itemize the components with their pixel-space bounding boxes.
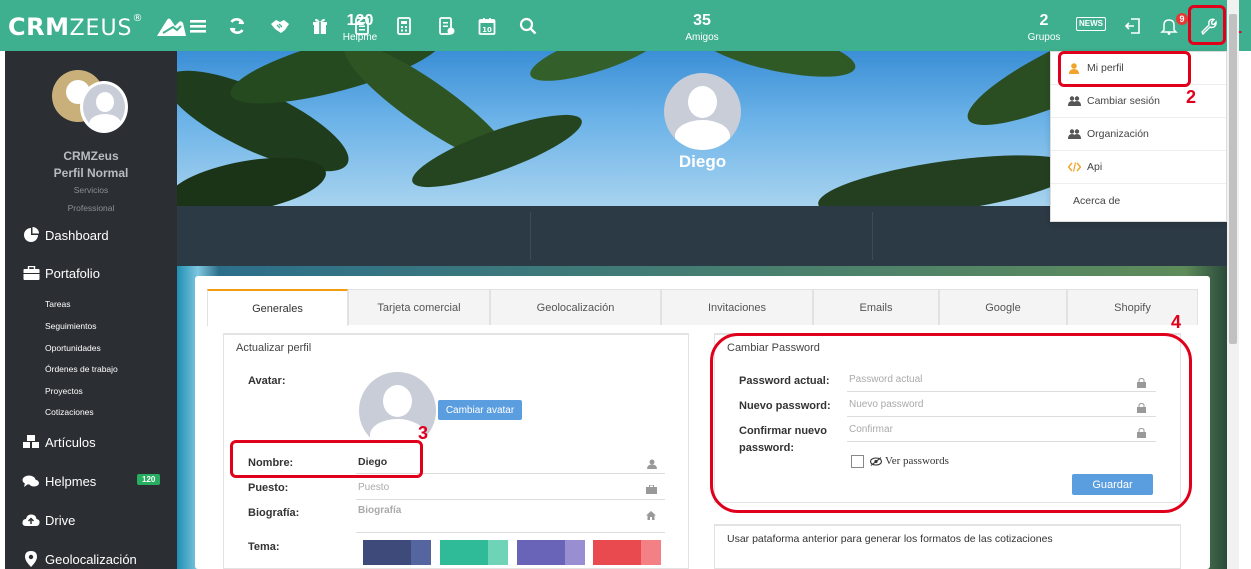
tab-geolocalizacion[interactable]: Geolocalización	[490, 289, 661, 325]
sidebar-sub-proyectos[interactable]: Proyectos	[45, 386, 83, 396]
cubes-icon	[22, 434, 40, 450]
update-profile-title: Actualizar perfil	[236, 342, 312, 354]
sidebar-sub-tareas[interactable]: Tareas	[45, 299, 71, 309]
theme-swatch-1[interactable]	[363, 540, 431, 565]
bio-label: Biografía:	[248, 507, 300, 519]
annotation-box-4	[710, 333, 1192, 513]
map-marker-icon	[22, 551, 40, 567]
tab-emails[interactable]: Emails	[813, 289, 939, 325]
tab-google[interactable]: Google	[939, 289, 1067, 325]
tab-generales[interactable]: Generales	[207, 289, 348, 326]
position-input[interactable]: Puesto	[356, 482, 665, 500]
sidebar-item-geolocalizacion[interactable]: Geolocalización	[22, 551, 137, 567]
tab-invitaciones[interactable]: Invitaciones	[661, 289, 813, 325]
home-icon	[646, 511, 656, 523]
sidebar-item-dashboard[interactable]: Dashboard	[22, 227, 109, 243]
quote-format-panel	[714, 524, 1181, 569]
annotation-box-2	[1058, 51, 1191, 87]
sidebar-sub-oportunidades[interactable]: Oportunidades	[45, 343, 101, 353]
stat-grupos[interactable]: 2 Grupos	[874, 12, 1214, 43]
user-icon	[647, 459, 657, 472]
sidebar-item-helpmes[interactable]: Helpmes	[22, 473, 96, 489]
stat-amigos[interactable]: 35 Amigos	[532, 12, 872, 43]
sidebar-item-label: Artículos	[45, 434, 96, 450]
scrollbar-thumb[interactable]	[1229, 14, 1237, 344]
dropdown-item-cambiar-sesion[interactable]: Cambiar sesión	[1051, 85, 1226, 118]
users-icon	[1067, 129, 1081, 139]
theme-swatch-2[interactable]	[440, 540, 508, 565]
users-icon	[1067, 96, 1081, 106]
sidebar-company-name: CRMZeus	[63, 149, 119, 163]
dropdown-item-organizacion[interactable]: Organización	[1051, 118, 1226, 151]
pie-chart-icon	[22, 227, 40, 243]
sidebar-item-articulos[interactable]: Artículos	[22, 434, 96, 450]
bio-textarea[interactable]: Biografía	[356, 505, 665, 533]
sidebar-item-label: Drive	[45, 512, 76, 528]
sidebar-sub-ordenes[interactable]: Órdenes de trabajo	[45, 364, 118, 374]
annotation-number-2: 2	[1186, 87, 1197, 107]
sidebar-sub-seguimientos[interactable]: Seguimientos	[45, 321, 97, 331]
sidebar-sub-cotizaciones[interactable]: Cotizaciones	[45, 407, 94, 417]
sidebar-profile-type: Perfil Normal	[53, 166, 129, 180]
position-label: Puesto:	[248, 482, 289, 494]
helpmes-badge: 120	[137, 474, 161, 485]
cloud-upload-icon	[22, 512, 40, 528]
theme-label: Tema:	[248, 541, 280, 553]
theme-swatch-4[interactable]	[593, 540, 661, 565]
sidebar-item-drive[interactable]: Drive	[22, 512, 75, 528]
tab-tarjeta-comercial[interactable]: Tarjeta comercial	[348, 289, 490, 325]
code-icon	[1067, 162, 1081, 172]
stat-helpme[interactable]: 120 Helpme	[190, 12, 530, 43]
briefcase-icon	[22, 265, 40, 281]
annotation-number-3: 3	[418, 423, 429, 443]
profile-avatar[interactable]	[664, 73, 741, 150]
briefcase-icon	[646, 484, 657, 497]
annotation-box-3	[230, 440, 423, 478]
avatar-label: Avatar:	[248, 375, 286, 387]
comments-icon	[22, 473, 40, 489]
theme-swatch-3[interactable]	[517, 540, 585, 565]
user-avatar-small	[80, 81, 128, 133]
annotation-number-4: 4	[1171, 312, 1182, 332]
sidebar-item-label: Portafolio	[45, 265, 100, 281]
sidebar-item-label: Helpmes	[45, 473, 97, 489]
stat-divider	[872, 212, 873, 260]
dropdown-item-acerca-de[interactable]: Acerca de	[1051, 184, 1226, 217]
change-avatar-button[interactable]: Cambiar avatar	[438, 400, 522, 420]
sidebar-line-2: Professional	[67, 203, 115, 213]
brand-logo[interactable]: CRMZEUS®	[8, 13, 187, 41]
quote-format-text: Usar pataforma anterior para generar los…	[727, 533, 1053, 545]
profile-tabs: Generales Tarjeta comercial Geolocalizac…	[207, 289, 1198, 326]
sidebar-item-portafolio[interactable]: Portafolio	[22, 265, 100, 281]
stat-divider	[530, 212, 531, 260]
sidebar-line-1: Servicios	[73, 185, 109, 195]
profile-name: Diego	[678, 152, 727, 171]
sidebar-item-label: Geolocalización	[45, 551, 137, 567]
dropdown-item-api[interactable]: Api	[1051, 151, 1226, 184]
sidebar-item-label: Dashboard	[45, 227, 109, 243]
